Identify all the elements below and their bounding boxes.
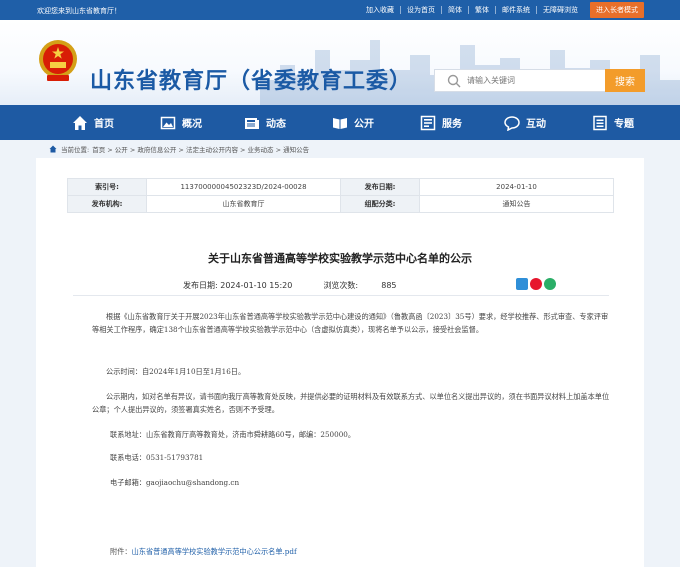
link-accessibility[interactable]: 无障碍浏览 (536, 6, 584, 14)
nav-item-interact[interactable]: 互动 (504, 105, 546, 140)
site-title: 山东省教育厅（省委教育工委） (90, 69, 413, 94)
metadata-table: 索引号: 11370000004502323D/2024-00028 发布日期:… (67, 178, 614, 213)
nav-item-topics[interactable]: 专题 (592, 105, 634, 140)
attachment: 附件：山东省普通高等学校实验教学示范中心公示名单.pdf (110, 547, 297, 557)
location-icon (49, 145, 57, 153)
paragraph-period: 公示时间：自2024年1月10日至1月16日。 (106, 367, 246, 376)
nav-label-service: 服务 (442, 119, 462, 130)
publish-date-label: 发布日期: (183, 281, 218, 290)
views-label: 浏览次数: (323, 281, 359, 290)
top-bar: 欢迎您来到山东省教育厅！ 加入收藏 设为首页 简体 繁体 邮件系统 无障碍浏览 … (0, 0, 680, 20)
meta-org-label: 发布机构: (67, 195, 147, 213)
image-icon (160, 116, 176, 129)
paragraph-objection: 公示期内，如对名单有异议，请书面向我厅高等教育处反映，并提供必要的证明材料及有效… (92, 392, 610, 414)
article-title: 关于山东省普通高等学校实验教学示范中心名单的公示 (208, 252, 472, 265)
publish-date-value: 2024-01-10 15:20 (220, 281, 293, 290)
views-value: 885 (381, 281, 397, 290)
link-simplified[interactable]: 简体 (441, 6, 468, 14)
service-icon (420, 115, 436, 130)
nav-label-topics: 专题 (614, 119, 634, 130)
search-icon (447, 74, 461, 87)
nav-item-news[interactable]: 动态 (244, 105, 286, 140)
share-buttons (516, 278, 558, 290)
nav-item-service[interactable]: 服务 (420, 105, 462, 140)
site-header: 山东省教育厅（省委教育工委） 搜索 (0, 20, 680, 105)
weibo-share-icon[interactable] (530, 278, 542, 290)
breadcrumb: 当前位置: 首页 > 公开 > 政府信息公开 > 法定主动公开内容 > 业务动态… (49, 144, 309, 154)
nav-item-home[interactable]: 首页 (72, 105, 114, 140)
nav-label-public: 公开 (354, 119, 374, 130)
attachment-label: 附件： (110, 547, 132, 556)
nav-item-overview[interactable]: 概况 (160, 105, 202, 140)
nav-label-overview: 概况 (182, 119, 202, 130)
home-icon (73, 115, 87, 130)
welcome-text: 欢迎您来到山东省教育厅！ (37, 7, 121, 15)
meta-category-value: 通知公告 (419, 195, 614, 213)
chat-icon (504, 115, 520, 131)
meta-index-label: 索引号: (67, 178, 147, 196)
paragraph-intro: 根据《山东省教育厅关于开展2023年山东省普通高等学校实验教学示范中心建设的通知… (92, 312, 609, 334)
search-button[interactable]: 搜索 (605, 69, 645, 92)
main-nav: 首页 概况 动态 公开 服务 互动 专题 (0, 105, 680, 140)
search-box (434, 69, 605, 92)
paragraph-email: 电子邮箱：gaojiaochu@shandong.cn (110, 478, 240, 487)
article-meta: 发布日期: 2024-01-10 15:20 浏览次数: 885 (183, 280, 397, 291)
meta-date-label: 发布日期: (340, 178, 420, 196)
paragraph-phone: 联系电话：0531-51793781 (110, 453, 204, 462)
meta-org-value: 山东省教育厅 (146, 195, 341, 213)
nav-label-interact: 互动 (526, 119, 546, 130)
meta-category-label: 组配分类: (340, 195, 420, 213)
meta-date-value: 2024-01-10 (419, 178, 614, 196)
national-emblem-icon (39, 40, 77, 81)
attachment-link[interactable]: 山东省普通高等学校实验教学示范中心公示名单.pdf (132, 547, 297, 556)
nav-label-news: 动态 (266, 119, 286, 130)
content-panel: 索引号: 11370000004502323D/2024-00028 发布日期:… (36, 158, 644, 567)
list-icon (593, 115, 607, 130)
search-input[interactable] (467, 76, 597, 85)
link-add-favorite[interactable]: 加入收藏 (360, 6, 400, 14)
link-traditional[interactable]: 繁体 (468, 6, 495, 14)
breadcrumb-path[interactable]: 首页 > 公开 > 政府信息公开 > 法定主动公开内容 > 业务动态 > 通知公… (92, 144, 309, 154)
link-mail-system[interactable]: 邮件系统 (495, 6, 536, 14)
breadcrumb-prefix: 当前位置: (61, 146, 90, 154)
elder-mode-button[interactable]: 进入长者模式 (590, 2, 644, 18)
nav-item-public[interactable]: 公开 (332, 105, 374, 140)
meta-index-value: 11370000004502323D/2024-00028 (146, 178, 341, 196)
link-set-homepage[interactable]: 设为首页 (400, 6, 441, 14)
top-links: 加入收藏 设为首页 简体 繁体 邮件系统 无障碍浏览 进入长者模式 (360, 0, 644, 20)
book-icon (333, 117, 347, 129)
nav-label-home: 首页 (94, 119, 114, 130)
title-divider (73, 295, 609, 296)
wechat-share-icon[interactable] (544, 278, 556, 290)
qzone-share-icon[interactable] (516, 278, 528, 290)
newspaper-icon (245, 117, 259, 129)
paragraph-address: 联系地址：山东省教育厅高等教育处，济南市舜耕路60号，邮编：250000。 (110, 430, 356, 439)
